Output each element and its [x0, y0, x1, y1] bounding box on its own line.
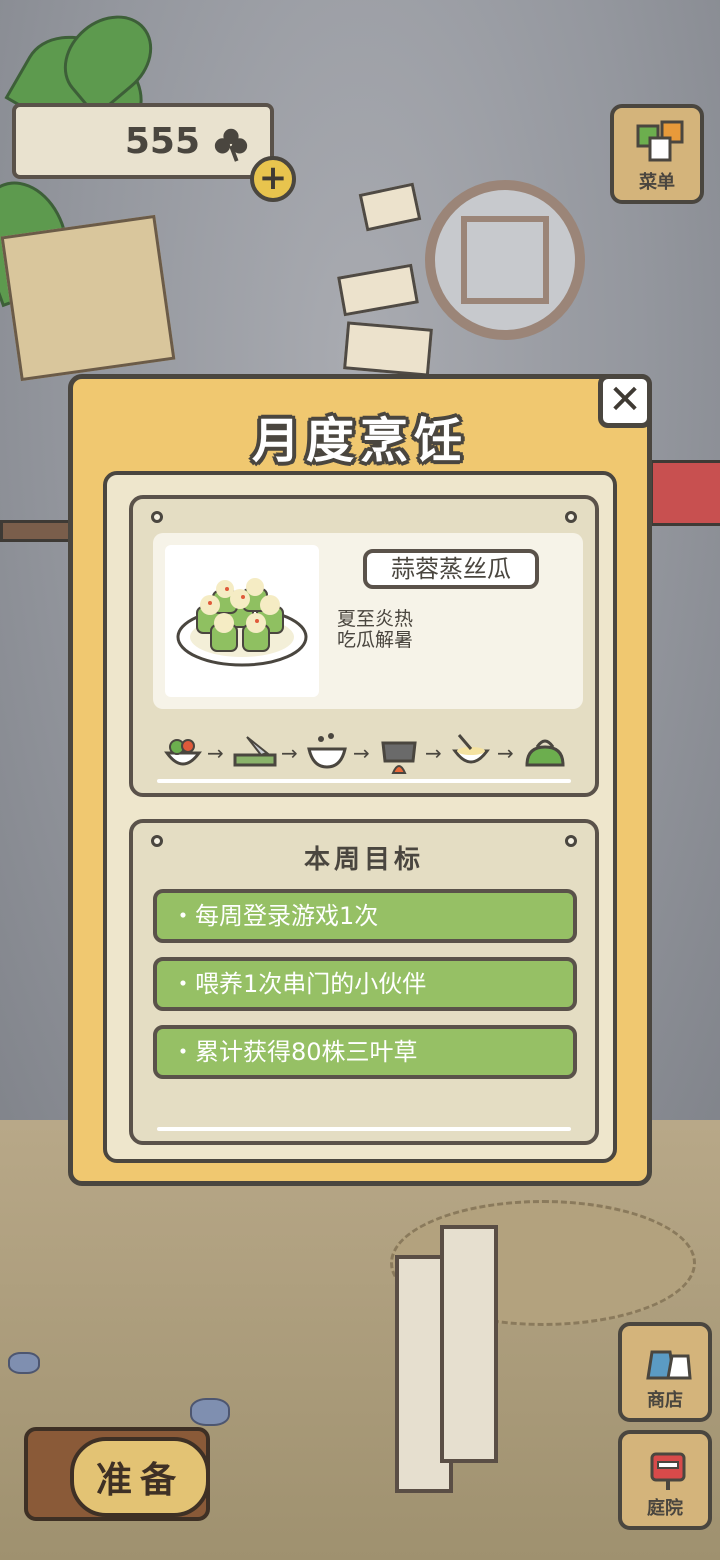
dish-name: 蒜蓉蒸丝瓜 — [363, 549, 539, 589]
goal-item: ・累计获得80株三叶草 — [153, 1025, 577, 1079]
garden-label: 庭院 — [647, 1498, 683, 1519]
garden-button[interactable]: 庭院 — [618, 1430, 712, 1530]
menu-button[interactable]: 菜单 — [610, 104, 704, 204]
close-button[interactable]: ✕ — [598, 374, 652, 428]
monthly-cooking-dialog: 月度烹饪 蒜蓉蒸丝瓜 夏至炎热 吃瓜解暑 → → → → → 本周目标 ・每周登… — [68, 374, 652, 1186]
recipe-panel: 蒜蓉蒸丝瓜 夏至炎热 吃瓜解暑 — [153, 533, 583, 709]
vegetables-icon — [164, 739, 202, 766]
folding-screen — [395, 1215, 515, 1505]
goal-item: ・喂养1次串门的小伙伴 — [153, 957, 577, 1011]
add-clover-button[interactable]: + — [250, 156, 296, 202]
bowl-spoon-icon — [452, 734, 490, 764]
description-line: 吃瓜解暑 — [337, 629, 414, 651]
pot-icon — [307, 733, 347, 769]
wall-map — [0, 214, 176, 382]
clover-counter: 555 — [12, 103, 274, 179]
card-divider — [157, 1127, 571, 1131]
pebble — [190, 1398, 230, 1426]
shop-label: 商店 — [647, 1390, 683, 1411]
dish-description: 夏至炎热 吃瓜解暑 — [337, 609, 413, 651]
pebble — [8, 1352, 40, 1374]
rivet — [565, 511, 577, 523]
shop-button[interactable]: 商店 — [618, 1322, 712, 1422]
prepare-label: 准备 — [95, 1460, 184, 1501]
step-arrow: → — [281, 741, 298, 765]
weekly-goals-card: 本周目标 ・每周登录游戏1次 ・喂养1次串门的小伙伴 ・累计获得80株三叶草 — [129, 819, 599, 1145]
step-arrow: → — [353, 741, 370, 765]
goal-item: ・每周登录游戏1次 — [153, 889, 577, 943]
menu-label: 菜单 — [639, 172, 675, 193]
bag-icon — [525, 739, 565, 767]
cooking-steps: → → → → → — [163, 727, 573, 777]
step-arrow: → — [207, 741, 224, 765]
steamed-loofah-icon — [176, 578, 308, 667]
cutting-icon — [233, 736, 277, 767]
menu-cards-icon — [636, 120, 684, 162]
clover-icon — [214, 128, 248, 162]
dialog-title: 月度烹饪 — [251, 413, 468, 469]
step-arrow: → — [497, 741, 514, 765]
prepare-button[interactable]: 准备 — [24, 1427, 210, 1521]
clover-count: 555 — [124, 121, 200, 162]
card-divider — [157, 779, 571, 783]
mailbox-icon — [650, 1452, 686, 1490]
weekly-goals-title: 本周目标 — [303, 845, 424, 875]
cooking-pot-fire-icon — [381, 741, 417, 774]
wall-note — [343, 321, 433, 377]
step-arrow: → — [425, 741, 442, 765]
dish-image — [165, 545, 319, 697]
description-line: 夏至炎热 — [337, 608, 414, 630]
dialog-content: 蒜蓉蒸丝瓜 夏至炎热 吃瓜解暑 → → → → → 本周目标 ・每周登录游戏1次… — [103, 471, 617, 1163]
shop-bags-icon — [646, 1350, 692, 1380]
recipe-card: 蒜蓉蒸丝瓜 夏至炎热 吃瓜解暑 → → → → → — [129, 495, 599, 797]
rivet — [151, 511, 163, 523]
round-window — [425, 180, 585, 340]
close-icon: ✕ — [608, 377, 642, 423]
red-table — [650, 460, 720, 526]
